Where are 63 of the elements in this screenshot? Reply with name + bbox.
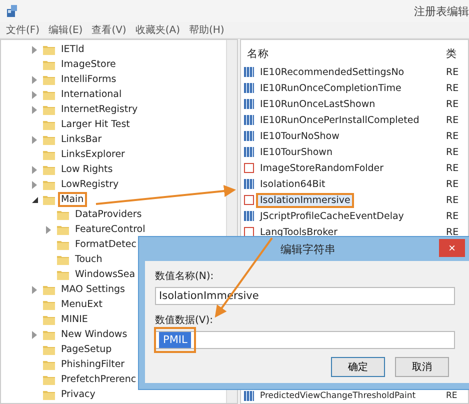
tree-item[interactable]: FormatDetec	[72, 237, 140, 252]
tree-item[interactable]: IntelliForms	[58, 72, 120, 87]
tree-item[interactable]: LowRegistry	[58, 177, 122, 192]
column-header[interactable]: 类	[446, 47, 468, 61]
value-name[interactable]: IsolationImmersive	[256, 192, 354, 208]
tree-item[interactable]: Main	[58, 192, 87, 207]
value-type: RE	[446, 226, 460, 238]
menu-item[interactable]: 文件(F)	[6, 23, 40, 37]
value-type: RE	[446, 98, 460, 110]
field-label: 数值数据(V):	[155, 314, 214, 327]
tree-item[interactable]: International	[58, 87, 125, 102]
value-type: RE	[446, 82, 460, 94]
menu-item[interactable]: 编辑(E)	[48, 23, 83, 37]
value-name[interactable]: ImageStoreRandomFolder	[256, 160, 388, 176]
tree-item[interactable]: DataProviders	[72, 207, 145, 222]
dialog-title: 编辑字符串	[280, 242, 336, 256]
tree-item[interactable]: PageSetup	[58, 342, 115, 357]
value-type: RE	[446, 210, 460, 222]
value-type: RE	[446, 114, 460, 126]
menu-item[interactable]: 收藏夹(A)	[135, 23, 180, 37]
menu-item[interactable]: 查看(V)	[92, 23, 126, 37]
tree-item[interactable]: FeatureControl	[72, 222, 148, 237]
tree-item[interactable]: Low Rights	[58, 162, 116, 177]
value-type: RE	[446, 391, 458, 401]
tree-item[interactable]: MINIE	[58, 312, 91, 327]
value-data-field[interactable]: PMIL	[155, 331, 455, 349]
value-name[interactable]: IE10RecommendedSettingsNo	[256, 64, 408, 80]
cancel-button[interactable]: 取消	[395, 357, 449, 377]
field-label: 数值名称(N):	[155, 270, 215, 283]
value-name[interactable]: IE10RunOncePerInstallCompleted	[256, 112, 424, 128]
value-name[interactable]: IE10TourShown	[256, 144, 336, 160]
ok-button[interactable]: 确定	[331, 357, 385, 377]
tree-item[interactable]: PrefetchPrerenc	[58, 372, 140, 387]
value-name[interactable]: PredictedViewChangeThresholdPaint	[256, 389, 420, 403]
value-type: RE	[446, 162, 460, 174]
value-name[interactable]: Isolation64Bit	[256, 176, 330, 192]
value-name[interactable]: IE10TourNoShow	[256, 128, 344, 144]
value-type: RE	[446, 130, 460, 142]
tree-item[interactable]: Privacy	[58, 387, 98, 402]
value-type: RE	[446, 178, 460, 190]
menu-item[interactable]: 帮助(H)	[189, 23, 224, 37]
tree-item[interactable]: ImageStore	[58, 57, 119, 72]
value-name[interactable]: LangToolsBroker	[256, 224, 342, 240]
tree-item[interactable]: WindowsSea	[72, 267, 138, 282]
tree-item[interactable]: Larger Hit Test	[58, 117, 133, 132]
tree-item[interactable]: InternetRegistry	[58, 102, 141, 117]
value-type: RE	[446, 146, 460, 158]
close-button[interactable]: ×	[439, 239, 465, 257]
tree-item[interactable]: PhishingFilter	[58, 357, 128, 372]
value-name[interactable]: JScriptProfileCacheEventDelay	[256, 208, 408, 224]
tree-item[interactable]: New Windows	[58, 327, 130, 342]
column-header[interactable]: 名称	[241, 47, 446, 61]
tree-item[interactable]: MenuExt	[58, 297, 106, 312]
tree-item[interactable]: Touch	[72, 252, 106, 267]
value-name[interactable]: IE10RunOnceLastShown	[256, 96, 380, 112]
window-title: 注册表编辑	[414, 4, 469, 18]
tree-item[interactable]: LinksExplorer	[58, 147, 128, 162]
value-name[interactable]: IE10RunOnceCompletionTime	[256, 80, 406, 96]
value-type: RE	[446, 194, 460, 206]
tree-item[interactable]: LinksBar	[58, 132, 105, 147]
value-type: RE	[446, 66, 460, 78]
tree-item[interactable]: IETld	[58, 42, 88, 57]
tree-item[interactable]: MAO Settings	[58, 282, 128, 297]
